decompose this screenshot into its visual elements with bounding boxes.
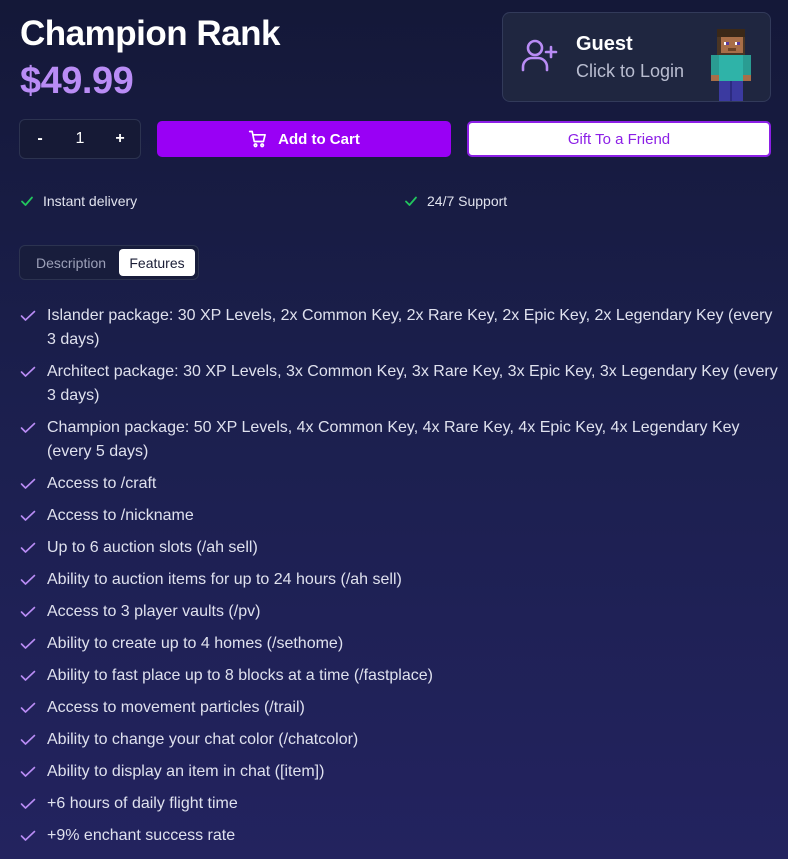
login-card[interactable]: Guest Click to Login [502, 12, 771, 102]
feature-item: Architect package: 30 XP Levels, 3x Comm… [20, 360, 778, 408]
perk-instant-delivery: Instant delivery [20, 193, 137, 209]
avatar [711, 29, 751, 101]
feature-text: Access to movement particles (/trail) [47, 699, 305, 716]
tab-description[interactable]: Description [23, 249, 119, 276]
login-link[interactable]: Click to Login [576, 61, 684, 82]
check-icon [20, 422, 36, 433]
feature-item: Champion package: 50 XP Levels, 4x Commo… [20, 416, 778, 464]
feature-item: Islander package: 30 XP Levels, 2x Commo… [20, 304, 778, 352]
feature-item: Access to /nickname [20, 504, 778, 528]
check-icon [20, 510, 36, 521]
feature-item: Ability to change your chat color (/chat… [20, 728, 778, 752]
feature-text: Ability to create up to 4 homes (/sethom… [47, 635, 344, 652]
feature-item: +6 hours of daily flight time [20, 792, 778, 816]
feature-text: Ability to change your chat color (/chat… [47, 731, 359, 748]
feature-item: Ability to create up to 4 homes (/sethom… [20, 632, 778, 656]
feature-text: Ability to auction items for up to 24 ho… [47, 571, 402, 588]
perk-label: 24/7 Support [427, 193, 508, 209]
cart-icon [248, 130, 267, 148]
perk-support: 24/7 Support [404, 193, 507, 209]
check-icon [20, 542, 36, 553]
feature-list: Islander package: 30 XP Levels, 2x Commo… [20, 304, 778, 856]
feature-text: Access to /nickname [47, 507, 194, 524]
check-icon [20, 478, 36, 489]
quantity-stepper: - 1 + [19, 119, 141, 159]
account-name: Guest [576, 33, 633, 55]
feature-item: Access to movement particles (/trail) [20, 696, 778, 720]
feature-text: Champion package: 50 XP Levels, 4x Commo… [47, 419, 740, 460]
feature-text: +6 hours of daily flight time [47, 795, 238, 812]
tab-bar: Description Features [19, 245, 199, 280]
add-to-cart-label: Add to Cart [278, 130, 360, 148]
check-icon [20, 366, 36, 377]
feature-item: +9% enchant success rate [20, 824, 778, 848]
check-icon [20, 310, 36, 321]
check-icon [20, 670, 36, 681]
feature-text: Access to /craft [47, 475, 157, 492]
check-icon [20, 766, 36, 777]
check-icon [405, 196, 417, 206]
user-plus-icon [521, 39, 558, 72]
check-icon [20, 830, 36, 841]
feature-text: Architect package: 30 XP Levels, 3x Comm… [47, 363, 778, 404]
feature-item: Access to /craft [20, 472, 778, 496]
feature-item: Up to 6 auction slots (/ah sell) [20, 536, 778, 560]
check-icon [20, 798, 36, 809]
check-icon [20, 702, 36, 713]
feature-text: Ability to fast place up to 8 blocks at … [47, 667, 433, 684]
check-icon [20, 574, 36, 585]
tab-features[interactable]: Features [119, 249, 195, 276]
perk-label: Instant delivery [43, 193, 138, 209]
quantity-value[interactable]: 1 [60, 130, 100, 148]
feature-item: Ability to fast place up to 8 blocks at … [20, 664, 778, 688]
product-title: Champion Rank [20, 14, 280, 53]
feature-item: Ability to display an item in chat ([ite… [20, 760, 778, 784]
feature-text: Ability to display an item in chat ([ite… [47, 763, 325, 780]
increment-button[interactable]: + [100, 120, 140, 158]
feature-item: Access to 3 player vaults (/pv) [20, 600, 778, 624]
check-icon [20, 734, 36, 745]
add-to-cart-button[interactable]: Add to Cart [157, 121, 451, 157]
feature-item: Ability to auction items for up to 24 ho… [20, 568, 778, 592]
feature-text: +9% enchant success rate [47, 827, 236, 844]
check-icon [21, 196, 33, 206]
check-icon [20, 638, 36, 649]
feature-text: Up to 6 auction slots (/ah sell) [47, 539, 258, 556]
feature-text: Islander package: 30 XP Levels, 2x Commo… [47, 307, 773, 348]
check-icon [20, 606, 36, 617]
gift-button[interactable]: Gift To a Friend [467, 121, 771, 157]
product-price: $49.99 [20, 60, 134, 102]
feature-text: Access to 3 player vaults (/pv) [47, 603, 261, 620]
decrement-button[interactable]: - [20, 120, 60, 158]
